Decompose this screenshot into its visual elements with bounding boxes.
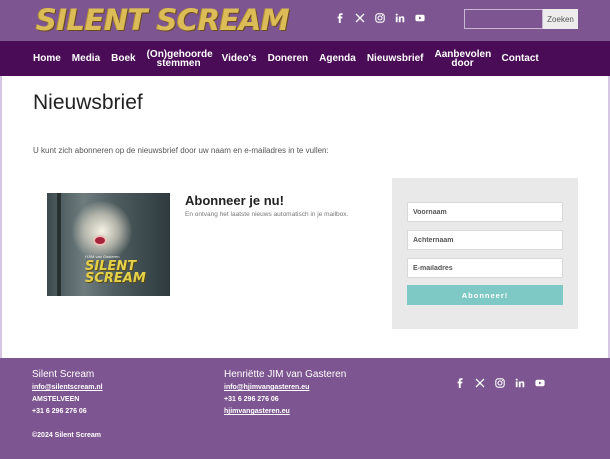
first-name-field[interactable] <box>407 202 563 222</box>
site-logo[interactable]: SILENT SCREAM <box>36 2 290 38</box>
youtube-icon[interactable] <box>410 10 430 26</box>
nav-item-aanbevolen-door[interactable]: Aanbevolen door <box>435 49 492 68</box>
subscribe-button[interactable]: Abonneer! <box>407 285 563 305</box>
top-header: SILENT SCREAM Zoeken <box>0 0 610 41</box>
newsletter-form: Abonneer! <box>392 178 578 329</box>
header-social-links <box>330 10 430 26</box>
intro-text: U kunt zich abonneren op de nieuwsbrief … <box>33 146 329 155</box>
footer-col1-city: AMSTELVEEN <box>32 396 80 403</box>
nav-item-agenda[interactable]: Agenda <box>319 54 356 64</box>
page-title: Nieuwsbrief <box>33 91 143 114</box>
x-icon[interactable] <box>350 10 370 26</box>
email-field[interactable] <box>407 258 563 278</box>
footer-col1-phone: +31 6 296 276 06 <box>32 408 87 415</box>
footer-col1-heading: Silent Scream <box>32 369 95 380</box>
facebook-icon[interactable] <box>450 375 470 391</box>
nav-item-media[interactable]: Media <box>72 54 100 64</box>
nav-item-boek[interactable]: Boek <box>111 54 135 64</box>
nav-item-ongehoorde-stemmen[interactable]: (On)gehoorde stemmen <box>147 49 213 68</box>
search-form: Zoeken <box>464 9 578 29</box>
nav-item-home[interactable]: Home <box>33 54 61 64</box>
youtube-icon[interactable] <box>530 375 550 391</box>
nav-item-contact[interactable]: Contact <box>502 54 539 64</box>
linkedin-icon[interactable] <box>390 10 410 26</box>
book-cover-image: HJIM van Gasteren SILENT SCREAM <box>47 193 170 296</box>
footer-col2-email[interactable]: info@hjimvangasteren.eu <box>224 384 309 391</box>
nav-item-doneren[interactable]: Doneren <box>268 54 309 64</box>
search-input[interactable] <box>464 9 543 29</box>
cover-screaming-mouth <box>93 235 107 246</box>
footer-social-links <box>450 375 550 391</box>
footer-col2-phone: +31 6 296 276 06 <box>224 396 279 403</box>
x-icon[interactable] <box>470 375 490 391</box>
cover-title: SILENT SCREAM <box>85 259 146 286</box>
footer-col1-email[interactable]: info@silentscream.nl <box>32 384 103 391</box>
cover-light-glow <box>72 201 132 261</box>
instagram-icon[interactable] <box>490 375 510 391</box>
cover-door-edge <box>57 193 61 296</box>
nav-item-nieuwsbrief[interactable]: Nieuwsbrief <box>367 54 424 64</box>
nav-item-videos[interactable]: Video's <box>222 54 257 64</box>
search-button[interactable]: Zoeken <box>543 9 578 29</box>
last-name-field[interactable] <box>407 230 563 250</box>
footer-copyright: ©2024 Silent Scream <box>32 432 101 439</box>
subscribe-heading: Abonneer je nu! <box>185 193 284 208</box>
subscribe-text: En ontvang het laatste nieuws automatisc… <box>185 211 349 218</box>
footer-col2-website[interactable]: hjimvangasteren.eu <box>224 408 290 415</box>
footer-col2-heading: Henriëtte JIM van Gasteren <box>224 369 347 380</box>
main-navigation: Home Media Boek (On)gehoorde stemmen Vid… <box>0 41 610 76</box>
instagram-icon[interactable] <box>370 10 390 26</box>
site-footer: Silent Scream info@silentscream.nl AMSTE… <box>0 358 610 459</box>
facebook-icon[interactable] <box>330 10 350 26</box>
linkedin-icon[interactable] <box>510 375 530 391</box>
